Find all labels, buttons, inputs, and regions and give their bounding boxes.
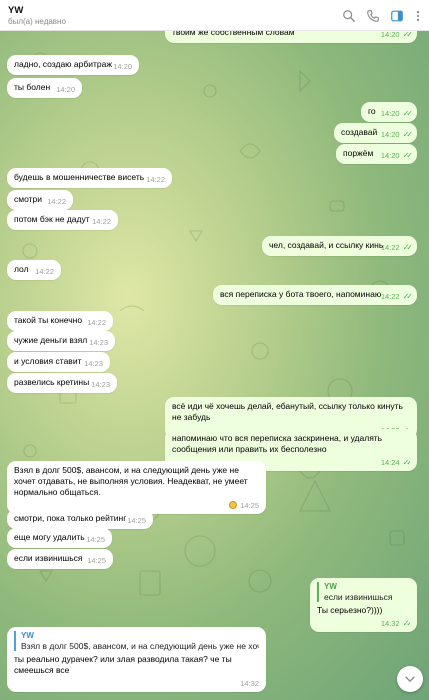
message-time: 14:20 ✓✓ xyxy=(380,151,414,160)
outgoing-message[interactable]: 14:22 ✓✓ вся переписка у бота твоего, напо… xyxy=(213,285,417,305)
message-time: 14:24 ✓✓ xyxy=(380,458,410,467)
message-text: чужие деньги взял xyxy=(14,335,88,345)
message-time: 14:32 xyxy=(240,679,259,688)
message-text: напоминаю что вся переписка заскринена, … xyxy=(172,433,383,454)
outgoing-message[interactable]: 14:20 ✓✓ го xyxy=(361,102,417,122)
chevron-down-icon xyxy=(405,676,415,682)
message-time: 14:25 xyxy=(229,501,259,510)
incoming-message[interactable]: 14:22 потом бэк не дадут xyxy=(7,210,118,230)
outgoing-message[interactable]: 14:20 ✓✓ твоим же собственным словам xyxy=(165,31,417,43)
chat-header: YW был(а) недавно xyxy=(0,0,429,31)
incoming-message[interactable]: 14:22 такой ты конечно xyxy=(7,311,113,331)
message-time: 14:20 ✓✓ xyxy=(380,109,414,118)
message-text: смотри xyxy=(14,194,43,204)
outgoing-message[interactable]: 14:20 ✓✓ поржём xyxy=(336,144,417,164)
message-text: Взял в долг 500$, авансом, и на следующи… xyxy=(14,465,248,497)
incoming-message[interactable]: 14:25 еще могу удалить xyxy=(7,528,112,548)
message-time: 14:22 xyxy=(146,175,165,184)
message-time: 14:23 xyxy=(89,338,108,347)
incoming-message[interactable]: 14:25 смотри, пока только рейтинг xyxy=(7,509,153,529)
message-time: 14:22 xyxy=(35,267,54,276)
chat-status: был(а) недавно xyxy=(8,17,66,26)
double-check-icon: ✓✓ xyxy=(402,109,414,118)
reply-author: YW xyxy=(21,631,34,640)
outgoing-message[interactable]: 14:22 ✓✓ чел, создавай, и ссылку кинь xyxy=(262,236,417,256)
incoming-message[interactable]: 14:22 лол xyxy=(7,260,61,280)
message-text: чел, создавай, и ссылку кинь xyxy=(269,240,384,250)
message-text: смотри, пока только рейтинг xyxy=(14,513,127,523)
double-check-icon: ✓✓ xyxy=(402,31,414,39)
message-text: ты болен xyxy=(14,82,51,92)
message-text: еще могу удалить xyxy=(14,532,85,542)
message-text: ладно, создаю арбитраж xyxy=(14,59,113,69)
incoming-message[interactable]: 14:22 смотри xyxy=(7,190,73,210)
incoming-message[interactable]: YW Взял в долг 500$, авансом, и на следую… xyxy=(7,627,266,692)
message-text: если извинишься xyxy=(14,553,83,563)
outgoing-message[interactable]: 14:20 ✓✓ создавай xyxy=(334,123,417,143)
scroll-down-button[interactable] xyxy=(397,666,423,692)
message-text: всё иди чё хочешь делай, ебанутый, ссылк… xyxy=(172,401,403,422)
outgoing-message[interactable]: YW если извинишься Ты серьезно?)))) 14:32 ✓✓ xyxy=(310,578,417,632)
message-text: лол xyxy=(14,264,29,274)
double-check-icon: ✓✓ xyxy=(402,130,414,139)
double-check-icon: ✓✓ xyxy=(402,243,414,252)
incoming-message[interactable]: 14:23 развелись кретины xyxy=(7,373,117,393)
message-time: 14:20 xyxy=(56,85,75,94)
message-text: ты реально дурачек? или злая разводила т… xyxy=(14,654,232,675)
message-text: вся переписка у бота твоего, напоминаю xyxy=(220,289,382,299)
message-time: 14:25 xyxy=(86,535,105,544)
message-time: 14:22 xyxy=(47,197,66,206)
sidebar-icon[interactable] xyxy=(389,8,405,24)
double-check-icon: ✓✓ xyxy=(402,458,410,467)
message-time: 14:20 xyxy=(113,62,132,71)
message-time: 14:20 ✓✓ xyxy=(380,130,414,139)
message-time: 14:25 xyxy=(87,556,106,565)
message-text: го xyxy=(368,106,376,116)
message-time: 14:20 ✓✓ xyxy=(380,31,414,39)
message-time: 14:32 ✓✓ xyxy=(380,619,410,628)
message-time: 14:23 xyxy=(91,380,110,389)
emoji-reaction-icon xyxy=(229,501,238,509)
message-text: и условия ставит xyxy=(14,356,82,366)
chat-title[interactable]: YW xyxy=(8,5,23,16)
reply-quote[interactable]: YW Взял в долг 500$, авансом, и на следую… xyxy=(14,631,259,651)
chat-area[interactable]: 14:20 ✓✓ твоим же собственным словам 14:20 л… xyxy=(0,31,429,700)
incoming-message[interactable]: 14:20 ты болен xyxy=(7,78,82,98)
message-text: Ты серьезно?)))) xyxy=(317,605,383,615)
incoming-message[interactable]: 14:23 чужие деньги взял xyxy=(7,331,115,351)
message-time: 14:25 xyxy=(127,516,146,525)
more-icon[interactable] xyxy=(410,8,426,24)
message-time: 14:23 xyxy=(84,359,103,368)
message-time: 14:22 ✓✓ xyxy=(380,292,414,301)
incoming-message[interactable]: 14:25 если извинишься xyxy=(7,549,113,569)
message-text: потом бэк не дадут xyxy=(14,214,90,224)
search-icon[interactable] xyxy=(341,8,357,24)
reply-text: если извинишься xyxy=(324,592,393,602)
reply-author: YW xyxy=(324,582,337,591)
phone-icon[interactable] xyxy=(365,8,381,24)
message-text: такой ты конечно xyxy=(14,315,83,325)
incoming-message[interactable]: 14:23 и условия ставит xyxy=(7,352,110,372)
message-time: 14:22 xyxy=(87,318,106,327)
message-text: твоим же собственным словам xyxy=(172,31,295,37)
incoming-message[interactable]: Взял в долг 500$, авансом, и на следующи… xyxy=(7,461,266,514)
double-check-icon: ✓✓ xyxy=(402,619,410,628)
message-text: будешь в мошенничестве висеть xyxy=(14,172,145,182)
message-text: поржём xyxy=(343,148,374,158)
message-time: 14:22 ✓✓ xyxy=(380,243,414,252)
double-check-icon: ✓✓ xyxy=(402,151,414,160)
incoming-message[interactable]: 14:20 ладно, создаю арбитраж xyxy=(7,55,139,75)
double-check-icon: ✓✓ xyxy=(402,292,414,301)
incoming-message[interactable]: 14:22 будешь в мошенничестве висеть xyxy=(7,168,172,188)
reply-text: Взял в долг 500$, авансом, и на следующи… xyxy=(21,641,259,651)
message-time: 14:22 xyxy=(92,217,111,226)
reply-quote[interactable]: YW если извинишься xyxy=(317,582,410,602)
message-text: создавай xyxy=(341,127,378,137)
message-text: развелись кретины xyxy=(14,377,90,387)
